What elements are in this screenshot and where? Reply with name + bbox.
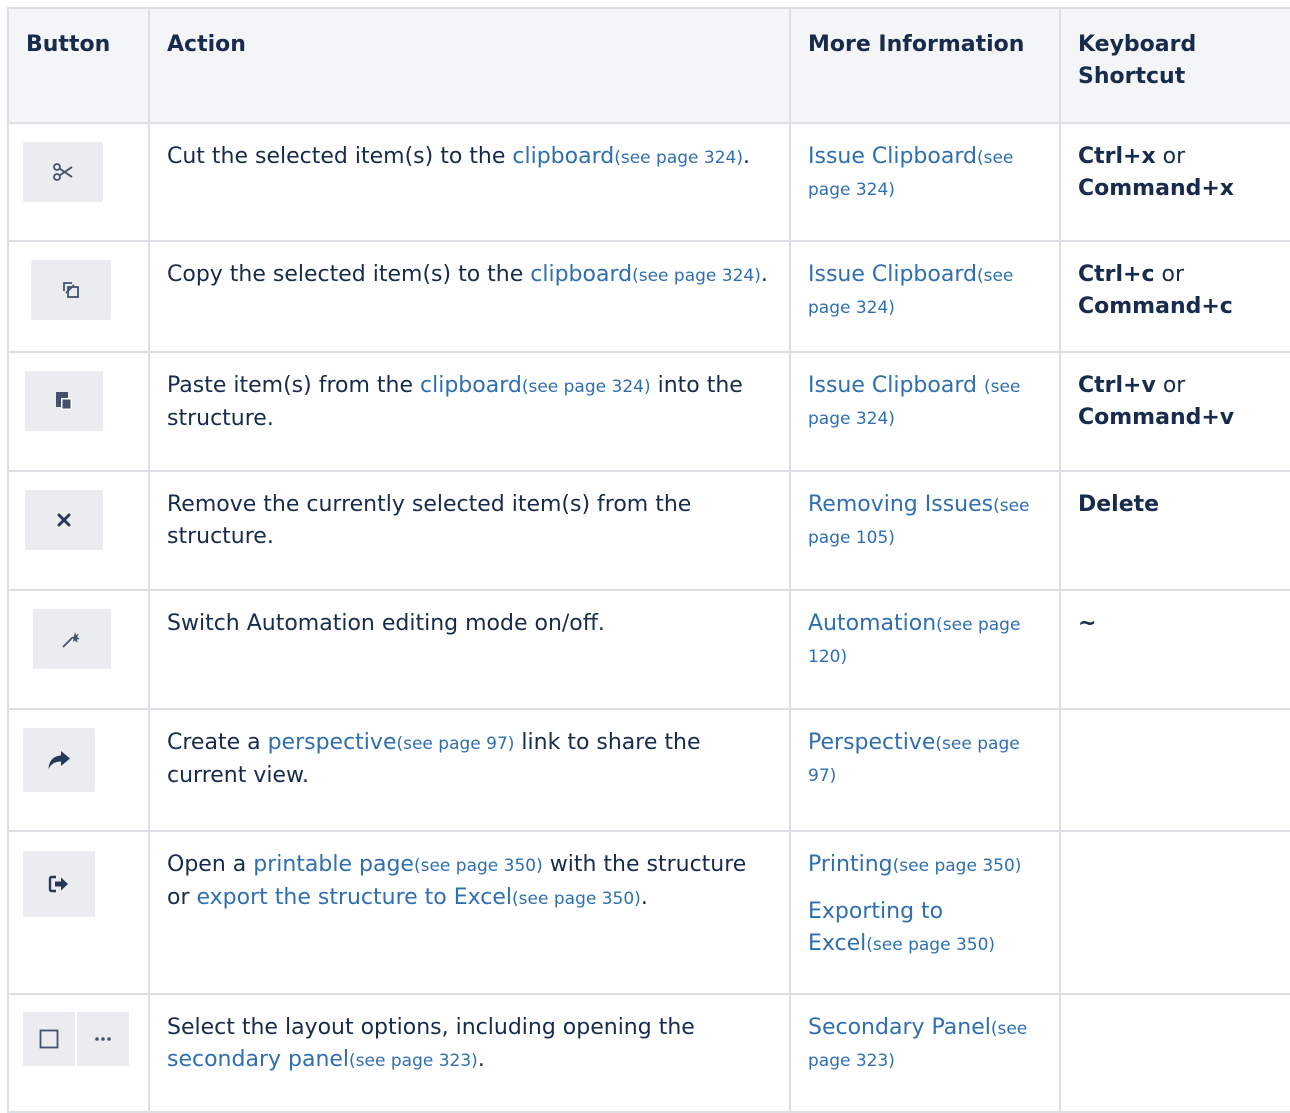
layout-square-button[interactable] [23, 1012, 75, 1066]
shortcut-cell [1059, 708, 1290, 832]
printable-page-link[interactable]: printable page(see page 350) [253, 852, 543, 877]
table-row: Select the layout options, including ope… [7, 993, 1290, 1113]
button-cell [7, 589, 150, 710]
paste-button[interactable] [25, 371, 103, 431]
shortcut-cell: Ctrl+x or Command+x [1059, 122, 1290, 242]
exporting-to-excel-link[interactable]: Exporting to Excel(see page 350) [808, 896, 1043, 961]
shortcut-cell: Ctrl+v or Command+v [1059, 351, 1290, 472]
button-cell [7, 708, 150, 832]
info-cell: Perspective(see page 97) [789, 708, 1061, 832]
automation-button[interactable] [33, 609, 111, 669]
button-reference-table: Button Action More Information Keyboard … [7, 7, 1290, 1113]
table-row: Cut the selected item(s) to the clipboar… [7, 122, 1290, 242]
perspective-button[interactable] [23, 728, 95, 792]
clipboard-link[interactable]: clipboard(see page 324) [420, 373, 651, 398]
export-icon [48, 875, 68, 893]
header-keyboard-shortcut: Keyboard Shortcut [1059, 7, 1290, 124]
secondary-panel-link[interactable]: Secondary Panel(see page 323) [808, 1012, 1043, 1077]
automation-link[interactable]: Automation(see page 120) [808, 608, 1043, 673]
info-cell: Secondary Panel(see page 323) [789, 993, 1061, 1113]
info-cell: Issue Clipboard(see page 324) [789, 122, 1061, 242]
header-more-information: More Information [789, 7, 1061, 124]
table-row: Create a perspective(see page 97) link t… [7, 708, 1290, 832]
scissors-icon [53, 163, 73, 181]
removing-issues-link[interactable]: Removing Issues(see page 105) [808, 489, 1043, 554]
action-cell: Switch Automation editing mode on/off. [148, 589, 791, 710]
remove-button[interactable] [25, 490, 103, 550]
shortcut-cell: ~ [1059, 589, 1290, 710]
header-button: Button [7, 7, 150, 124]
more-dots-icon [95, 1037, 111, 1041]
export-to-excel-link[interactable]: export the structure to Excel(see page 3… [197, 885, 641, 910]
info-cell: Issue Clipboard (see page 324) [789, 351, 1061, 472]
info-cell: Removing Issues(see page 105) [789, 470, 1061, 591]
action-cell: Create a perspective(see page 97) link t… [148, 708, 791, 832]
share-arrow-icon [48, 751, 70, 769]
action-cell: Paste item(s) from the clipboard(see pag… [148, 351, 791, 472]
clipboard-link[interactable]: clipboard(see page 324) [530, 262, 761, 287]
magic-wand-icon [62, 632, 80, 648]
button-cell [7, 470, 150, 591]
perspective-inline-link[interactable]: perspective(see page 97) [268, 730, 515, 755]
info-cell: Automation(see page 120) [789, 589, 1061, 710]
layout-more-button[interactable] [77, 1012, 129, 1066]
perspective-link[interactable]: Perspective(see page 97) [808, 727, 1043, 792]
square-layout-icon [39, 1029, 59, 1049]
table-row: Switch Automation editing mode on/off. A… [7, 589, 1290, 710]
button-cell [7, 240, 150, 353]
action-cell: Remove the currently selected item(s) fr… [148, 470, 791, 591]
table-row: Open a printable page(see page 350) with… [7, 830, 1290, 995]
export-button[interactable] [23, 851, 95, 917]
table-row: Paste item(s) from the clipboard(see pag… [7, 351, 1290, 472]
layout-options-button[interactable] [23, 1012, 129, 1066]
shortcut-cell: Ctrl+c or Command+c [1059, 240, 1290, 353]
cut-button[interactable] [23, 142, 103, 202]
shortcut-cell: Delete [1059, 470, 1290, 591]
issue-clipboard-link[interactable]: Issue Clipboard (see page 324) [808, 370, 1043, 435]
table-row: Remove the currently selected item(s) fr… [7, 470, 1290, 591]
copy-icon [63, 282, 79, 298]
copy-button[interactable] [31, 260, 111, 320]
issue-clipboard-link[interactable]: Issue Clipboard(see page 324) [808, 141, 1043, 206]
button-cell [7, 122, 150, 242]
action-cell: Cut the selected item(s) to the clipboar… [148, 122, 791, 242]
printing-link[interactable]: Printing(see page 350) [808, 849, 1043, 882]
table-row: Copy the selected item(s) to the clipboa… [7, 240, 1290, 353]
action-cell: Open a printable page(see page 350) with… [148, 830, 791, 995]
table-header-row: Button Action More Information Keyboard … [7, 7, 1290, 124]
button-cell [7, 351, 150, 472]
secondary-panel-inline-link[interactable]: secondary panel(see page 323) [167, 1047, 478, 1072]
shortcut-cell [1059, 830, 1290, 995]
button-cell [7, 993, 150, 1113]
info-cell: Printing(see page 350) Exporting to Exce… [789, 830, 1061, 995]
action-cell: Select the layout options, including ope… [148, 993, 791, 1113]
header-action: Action [148, 7, 791, 124]
info-cell: Issue Clipboard(see page 324) [789, 240, 1061, 353]
shortcut-cell [1059, 993, 1290, 1113]
remove-x-icon [57, 513, 71, 527]
clipboard-link[interactable]: clipboard(see page 324) [512, 144, 743, 169]
action-cell: Copy the selected item(s) to the clipboa… [148, 240, 791, 353]
paste-icon [56, 392, 72, 410]
button-cell [7, 830, 150, 995]
issue-clipboard-link[interactable]: Issue Clipboard(see page 324) [808, 259, 1043, 324]
